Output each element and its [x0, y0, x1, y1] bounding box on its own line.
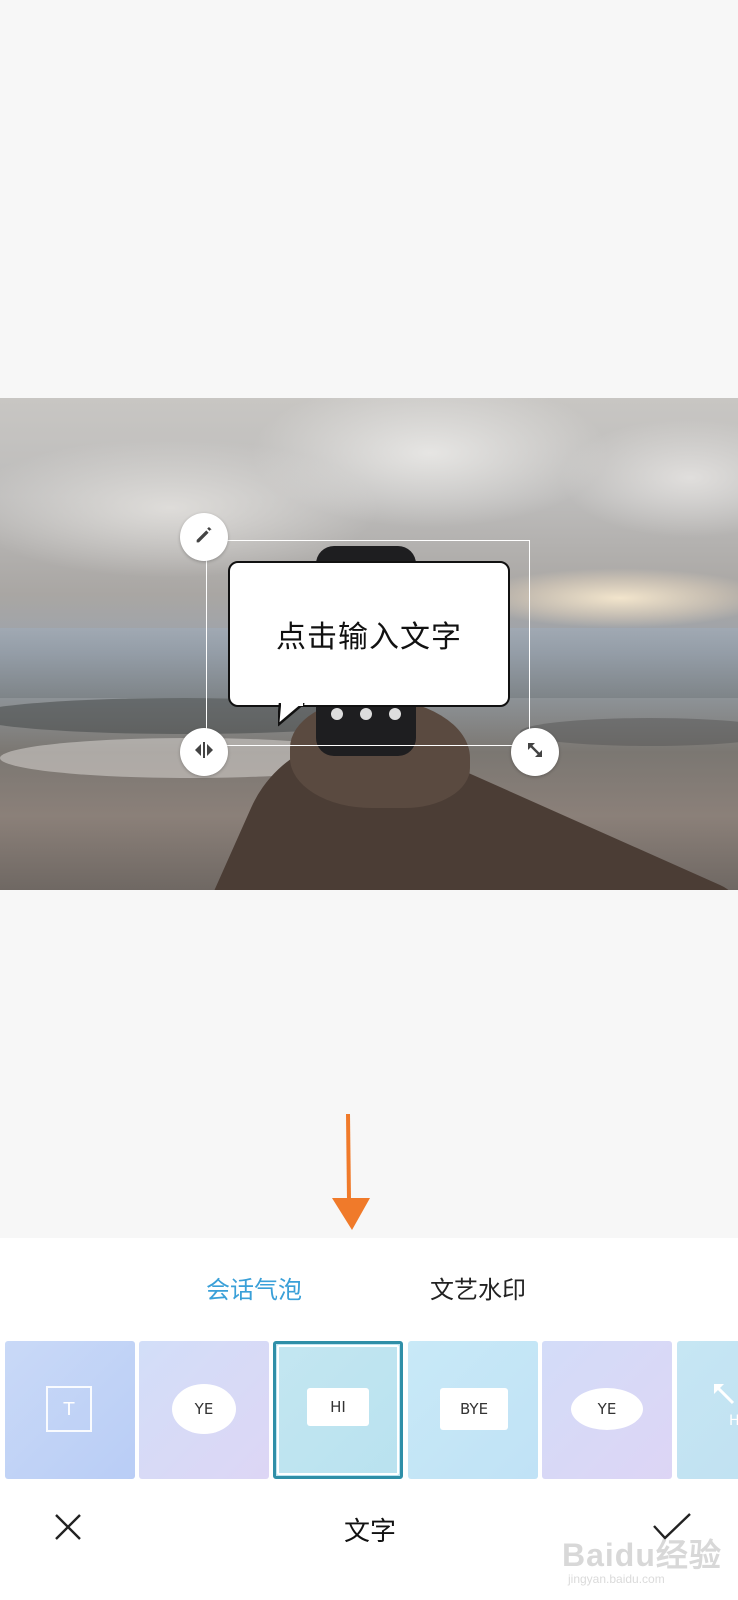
pencil-icon [193, 524, 215, 550]
panel-title: 文字 [343, 1517, 396, 1547]
flip-icon [192, 739, 216, 765]
watermark-text: Baidu经验 [562, 1537, 722, 1573]
tab-artistic-watermark[interactable]: 文艺水印 [430, 1270, 526, 1310]
close-icon [53, 1512, 83, 1546]
edit-handle[interactable] [180, 513, 228, 561]
bubble-style-list: T YE HI BYE YE H [0, 1341, 738, 1479]
speech-bubble-sticker[interactable]: 点击输入文字 [228, 561, 510, 707]
watermark-subtext: jingyan.baidu.com [568, 1572, 665, 1586]
oval-bubble-icon: YE [172, 1384, 236, 1434]
annotation-arrow-icon [328, 1114, 376, 1238]
rect-bubble-icon: HI [307, 1388, 369, 1426]
bubble-tile-plain[interactable]: T [5, 1341, 135, 1479]
round-bubble-icon: YE [571, 1388, 643, 1430]
category-tabs: 会话气泡 文艺水印 [0, 1270, 738, 1310]
bubble-tile-round[interactable]: YE [542, 1341, 672, 1479]
baidu-watermark: Baidu经验 jingyan.baidu.com [562, 1512, 732, 1592]
side-bubble-icon: BYE [440, 1388, 508, 1430]
bubble-tile-side[interactable]: BYE [408, 1341, 538, 1479]
text-box-icon: T [46, 1386, 92, 1432]
sticker-text[interactable]: 点击输入文字 [276, 612, 462, 656]
resize-icon [524, 739, 546, 765]
bubble-tile-arrow[interactable]: H [677, 1341, 738, 1479]
resize-handle[interactable] [511, 728, 559, 776]
bubble-tile-rect-selected[interactable]: HI [273, 1341, 403, 1479]
arrow-bubble-label: H [729, 1413, 738, 1429]
flip-handle[interactable] [180, 728, 228, 776]
arrow-bubble-icon [711, 1381, 738, 1413]
bubble-tile-oval[interactable]: YE [139, 1341, 269, 1479]
cancel-button[interactable] [44, 1505, 92, 1553]
tab-speech-bubble[interactable]: 会话气泡 [206, 1270, 302, 1310]
